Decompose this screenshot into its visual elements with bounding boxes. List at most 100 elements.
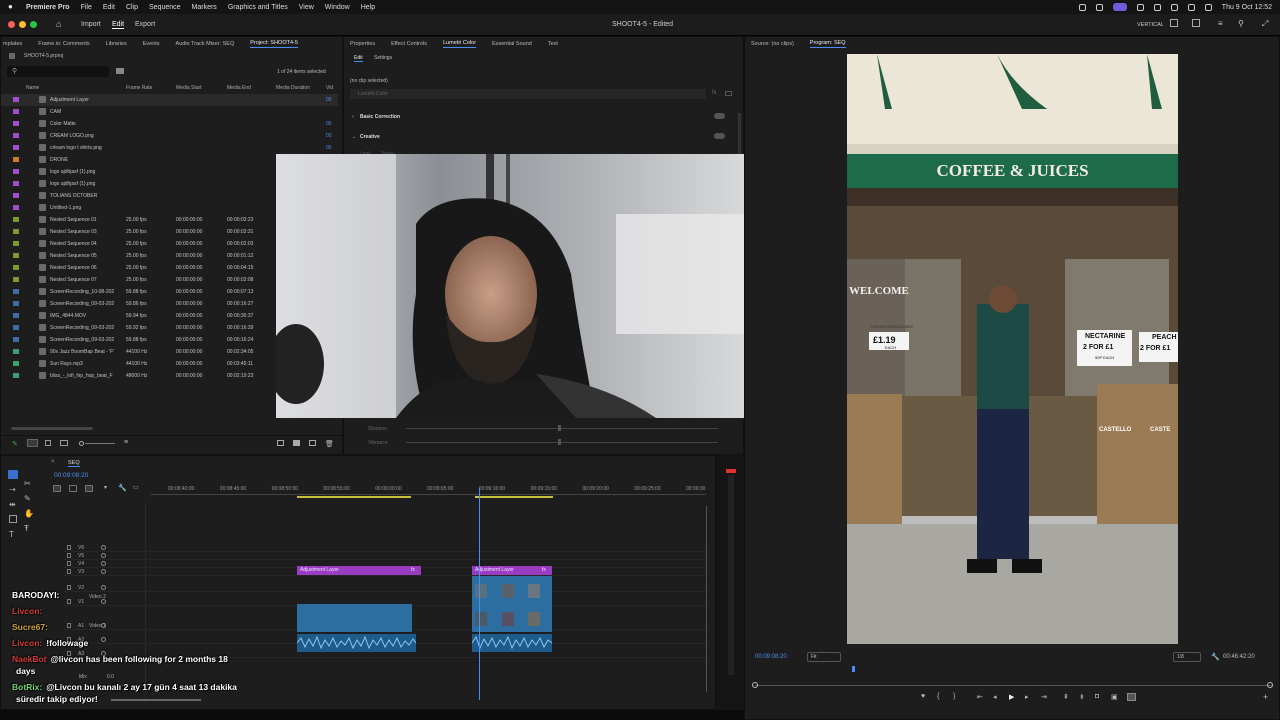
control-center-icon[interactable] <box>1204 3 1212 11</box>
label-color-swatch[interactable] <box>13 181 19 186</box>
menu-graphics[interactable]: Graphics and Titles <box>228 4 288 11</box>
lock-icon[interactable] <box>67 561 71 566</box>
tab-templates[interactable]: mplates <box>3 41 22 47</box>
automate-icon[interactable] <box>277 440 284 446</box>
program-scrub-bar[interactable] <box>755 685 1273 686</box>
go-to-out-icon[interactable]: ⇥ <box>1041 693 1047 701</box>
minimize-window-icon[interactable] <box>19 21 26 28</box>
new-bin-icon[interactable] <box>116 68 124 74</box>
chat-username[interactable]: Livcon: <box>12 638 42 648</box>
clip-2-fx[interactable]: fx <box>542 567 546 573</box>
label-color-swatch[interactable] <box>13 277 19 282</box>
go-to-in-icon[interactable]: ⇤ <box>977 693 983 701</box>
icon-view-icon[interactable] <box>45 440 51 446</box>
chat-username[interactable]: Sucre67: <box>12 622 48 632</box>
sharpen-handle[interactable] <box>558 425 561 431</box>
audio-clip-2[interactable] <box>472 634 552 652</box>
chevron-down-icon[interactable]: ⌄ <box>352 134 356 140</box>
mix-value[interactable]: 0.0 <box>107 674 114 680</box>
zoom-slider-handle[interactable] <box>79 441 84 446</box>
label-color-swatch[interactable] <box>13 349 19 354</box>
lock-icon[interactable] <box>67 545 71 550</box>
workspaces-icon[interactable] <box>1170 19 1178 27</box>
write-pencil-icon[interactable]: ✎ <box>12 440 18 448</box>
lock-icon[interactable] <box>67 599 71 604</box>
eye-icon[interactable] <box>101 569 106 574</box>
tab-program[interactable]: Program: SEQ <box>809 40 846 48</box>
project-scrollbar[interactable] <box>11 427 93 430</box>
nav-import[interactable]: Import <box>81 21 101 28</box>
display-icon[interactable] <box>1136 3 1144 11</box>
chat-username[interactable]: BotRix: <box>12 682 42 692</box>
col-name[interactable]: Name <box>26 85 39 91</box>
chat-username[interactable]: Livcon: <box>12 606 42 616</box>
project-item[interactable]: CAM <box>1 106 338 118</box>
freeform-view-icon[interactable] <box>60 440 68 446</box>
track-label[interactable]: V3 <box>78 569 84 575</box>
label-color-swatch[interactable] <box>13 301 19 306</box>
chat-username[interactable]: BARODAYI: <box>12 590 59 600</box>
tab-events[interactable]: Events <box>143 41 160 47</box>
label-color-swatch[interactable] <box>13 121 19 126</box>
col-frame-rate[interactable]: Frame Rate <box>126 85 152 91</box>
label-color-swatch[interactable] <box>13 133 19 138</box>
program-timecode[interactable]: 00:09:08:20 <box>755 654 787 660</box>
scrub-start-handle[interactable] <box>752 682 758 688</box>
list-view-icon[interactable] <box>27 439 38 447</box>
app-indicator-icon[interactable] <box>1112 3 1127 11</box>
label-color-swatch[interactable] <box>13 217 19 222</box>
adjustment-layer-clip-1[interactable]: Adjustment Layer fx <box>297 566 421 575</box>
proxy-toggle-icon[interactable] <box>1127 693 1136 701</box>
eye-icon[interactable] <box>101 553 106 558</box>
col-media-end[interactable]: Media End <box>227 85 251 91</box>
label-color-swatch[interactable] <box>13 229 19 234</box>
notifications-icon[interactable]: ≡ <box>1218 19 1223 28</box>
nav-edit[interactable]: Edit <box>112 21 125 29</box>
section-basic-correction[interactable]: Basic Correction <box>360 114 400 120</box>
project-search-input[interactable]: ⚲ <box>7 66 109 77</box>
menu-app[interactable]: Premiere Pro <box>26 4 70 11</box>
label-color-swatch[interactable] <box>13 325 19 330</box>
extract-icon[interactable]: ⇟ <box>1079 693 1085 701</box>
nav-export[interactable]: Export <box>135 21 155 28</box>
project-item[interactable]: Color Matte 00 <box>1 118 338 130</box>
chat-username[interactable]: NaekBot <box>12 654 46 664</box>
timeline-vscroll[interactable] <box>706 506 707 692</box>
button-editor-icon[interactable]: + <box>1263 692 1268 702</box>
track-label[interactable]: V4 <box>78 561 84 567</box>
label-color-swatch[interactable] <box>13 145 19 150</box>
export-frame-icon[interactable]: ◘ <box>1095 693 1099 700</box>
lumetri-scopes-icon[interactable] <box>725 91 732 96</box>
scrub-end-handle[interactable] <box>1267 682 1273 688</box>
subtab-settings[interactable]: Settings <box>374 55 392 61</box>
sharpen-slider[interactable] <box>406 428 718 429</box>
vibrance-slider[interactable] <box>406 442 718 443</box>
share-icon[interactable] <box>1192 19 1200 27</box>
program-mini-ruler[interactable] <box>755 666 1273 674</box>
sort-icon[interactable]: ≡ <box>124 439 128 446</box>
eye-icon[interactable] <box>101 561 106 566</box>
apple-icon[interactable]: ● <box>8 3 16 11</box>
tab-properties[interactable]: Properties <box>350 41 375 47</box>
basic-correction-toggle[interactable] <box>714 113 725 119</box>
search-icon[interactable] <box>1187 3 1195 11</box>
project-item[interactable]: Adjustment Layer 00 <box>1 94 338 106</box>
timeline-ruler[interactable]: 00:08:40:00 00:08:45:00 00:08:50:00 00:08:5… <box>1 456 717 506</box>
label-color-swatch[interactable] <box>13 205 19 210</box>
track-label[interactable]: V2 <box>78 585 84 591</box>
home-icon[interactable]: ⌂ <box>56 19 61 29</box>
label-color-swatch[interactable] <box>13 289 19 294</box>
clip-1-fx[interactable]: fx <box>411 567 415 573</box>
lift-icon[interactable]: ⇞ <box>1063 693 1069 701</box>
lock-icon[interactable] <box>67 553 71 558</box>
timeline-playhead[interactable] <box>479 488 480 700</box>
vibrance-handle[interactable] <box>558 439 561 445</box>
menu-window[interactable]: Window <box>325 4 350 11</box>
add-marker-icon[interactable]: ♥ <box>921 693 925 700</box>
lock-icon[interactable] <box>67 569 71 574</box>
eye-icon[interactable] <box>101 585 106 590</box>
comparison-view-icon[interactable]: ▣ <box>1111 693 1118 701</box>
search-help-icon[interactable]: ⚲ <box>1238 19 1244 28</box>
track-label[interactable]: V1 <box>78 599 84 605</box>
menu-help[interactable]: Help <box>361 4 375 11</box>
